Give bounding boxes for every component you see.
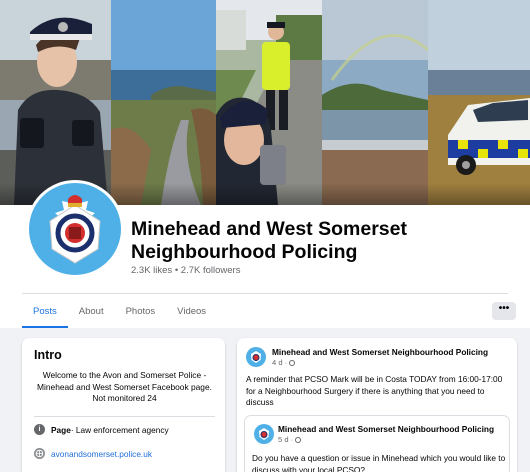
cover-photo[interactable] [0, 0, 530, 205]
police-crest-icon [49, 195, 101, 264]
intro-card: Intro Welcome to the Avon and Somerset P… [22, 338, 225, 472]
page-title: Minehead and West Somerset Neighbourhood… [131, 218, 407, 263]
police-crest-icon [251, 351, 261, 363]
post-author-avatar[interactable] [246, 347, 266, 367]
tab-videos[interactable]: Videos [166, 300, 217, 328]
shared-post-timestamp[interactable]: 5 d · [278, 435, 302, 444]
facebook-page: Minehead and West Somerset Neighbourhood… [0, 0, 530, 472]
intro-website-row: avonandsomerset.police.uk [34, 448, 152, 459]
post-time-text: 4 d · [272, 358, 290, 367]
police-crest-icon [259, 428, 269, 440]
shared-post-time-text: 5 d · [278, 435, 296, 444]
post-author-name[interactable]: Minehead and West Somerset Neighbourhood… [272, 347, 488, 357]
shared-post-author[interactable]: Minehead and West Somerset Neighbourhood… [278, 424, 494, 434]
more-options-button[interactable]: ••• [492, 302, 516, 320]
cover-photo-police-car [428, 0, 530, 205]
shared-post[interactable]: Minehead and West Somerset Neighbourhood… [244, 415, 510, 472]
cover-photo-officer-portrait [0, 0, 111, 205]
cover-photo-rainbow-bay [322, 0, 428, 205]
header-divider [22, 293, 508, 294]
tab-posts[interactable]: Posts [22, 300, 68, 328]
public-globe-icon [289, 360, 296, 366]
profile-picture[interactable] [26, 180, 124, 278]
intro-category-prefix: Page [51, 424, 71, 435]
post-body: A reminder that PCSO Mark will be in Cos… [246, 374, 503, 407]
tab-about[interactable]: About [68, 300, 115, 328]
tab-photos[interactable]: Photos [115, 300, 167, 328]
intro-divider [34, 416, 215, 417]
intro-bio: Welcome to the Avon and Somerset Police … [37, 370, 212, 403]
intro-category: · Law enforcement agency [70, 424, 169, 435]
info-icon: i [34, 424, 45, 435]
cover-photo-street-officer [216, 0, 322, 205]
globe-icon [34, 448, 45, 459]
page-tabs: Posts About Photos Videos [22, 300, 217, 328]
public-globe-icon [295, 437, 302, 443]
intro-category-row: i Page · Law enforcement agency [34, 424, 169, 435]
post-timestamp[interactable]: 4 d · [272, 358, 296, 367]
intro-website-link[interactable]: avonandsomerset.police.uk [51, 449, 152, 459]
page-stats[interactable]: 2.3K likes • 2.7K followers [131, 265, 240, 276]
intro-title: Intro [34, 348, 62, 362]
cover-photo-coast-path [111, 0, 216, 205]
shared-post-avatar[interactable] [254, 424, 274, 444]
shared-post-body: Do you have a question or issue in Mineh… [252, 453, 506, 472]
